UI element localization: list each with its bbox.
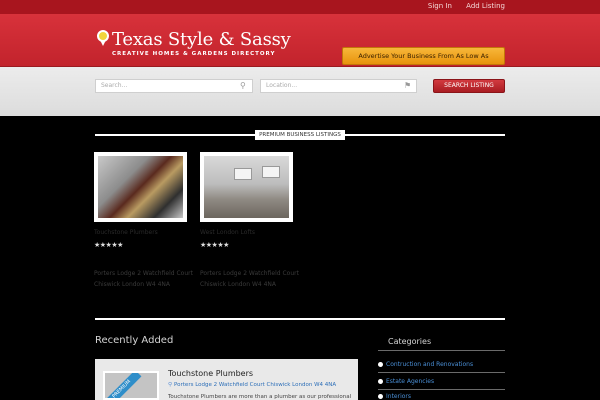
search-icon: ⚲ <box>240 81 246 90</box>
category-label: Contruction and Renovations <box>386 361 474 368</box>
star-rating: ★★★★★ <box>94 241 123 249</box>
categories-heading: Categories <box>388 337 432 346</box>
listing-name[interactable]: Touchstone Plumbers <box>94 229 158 236</box>
location-icon: ⚑ <box>404 81 412 90</box>
search-placeholder: Search... <box>101 82 128 89</box>
category-item[interactable]: Estate Agencies <box>378 378 434 385</box>
premium-ribbon: PREMIUM <box>105 373 142 398</box>
bullet-icon <box>378 362 383 367</box>
premium-listing-image[interactable] <box>200 152 293 222</box>
category-divider <box>378 350 505 351</box>
search-bar: Search... ⚲ Location... ⚑ SEARCH LISTING <box>0 67 600 116</box>
recent-address-text: Porters Lodge 2 Watchfield Court Chiswic… <box>174 382 337 388</box>
recent-listing-name[interactable]: Touchstone Plumbers <box>168 369 253 378</box>
site-title[interactable]: Texas Style & Sassy <box>112 29 291 50</box>
premium-listing-image[interactable] <box>94 152 187 222</box>
map-pin-icon: ⚲ <box>168 382 173 388</box>
site-subtitle: CREATIVE HOMES & GARDENS DIRECTORY <box>112 51 276 57</box>
site-header: Texas Style & Sassy CREATIVE HOMES & GAR… <box>0 14 600 76</box>
category-divider <box>378 389 505 390</box>
add-listing-link[interactable]: Add Listing <box>466 2 505 10</box>
listing-address: Porters Lodge 2 Watchfield Court Chiswic… <box>200 270 299 288</box>
premium-heading: PREMIUM BUSINESS LISTINGS <box>255 130 345 140</box>
section-divider <box>95 318 505 320</box>
recent-listing-thumbnail[interactable]: PREMIUM <box>103 371 159 400</box>
location-pin-icon <box>97 30 109 46</box>
category-item[interactable]: Interiors <box>378 393 411 400</box>
recent-listing[interactable]: PREMIUM Touchstone Plumbers ⚲ Porters Lod… <box>95 359 358 400</box>
category-label: Interiors <box>386 393 412 400</box>
listing-name[interactable]: West London Lofts <box>200 229 255 236</box>
bullet-icon <box>378 379 383 384</box>
loft-photo <box>204 156 289 218</box>
recently-added-heading: Recently Added <box>95 335 174 346</box>
category-item[interactable]: Contruction and Renovations <box>378 361 473 368</box>
location-placeholder: Location... <box>266 82 298 89</box>
plumber-photo <box>98 156 183 218</box>
recent-listing-address: ⚲ Porters Lodge 2 Watchfield Court Chiswi… <box>168 382 336 388</box>
sign-in-link[interactable]: Sign In <box>428 2 452 10</box>
recent-listing-description: Touchstone Plumbers are more than a plum… <box>168 394 352 400</box>
category-label: Estate Agencies <box>386 378 435 385</box>
advertise-button[interactable]: Advertise Your Business From As Low As £… <box>342 47 505 76</box>
location-input[interactable]: Location... ⚑ <box>260 79 417 93</box>
search-input[interactable]: Search... ⚲ <box>95 79 253 93</box>
search-listing-button[interactable]: SEARCH LISTING <box>433 79 505 93</box>
top-links: Sign In Add Listing <box>416 2 505 10</box>
top-bar: Sign In Add Listing <box>0 0 600 14</box>
listing-address: Porters Lodge 2 Watchfield Court Chiswic… <box>94 270 193 288</box>
star-rating: ★★★★★ <box>200 241 229 249</box>
category-divider <box>378 372 505 373</box>
bullet-icon <box>378 394 383 399</box>
